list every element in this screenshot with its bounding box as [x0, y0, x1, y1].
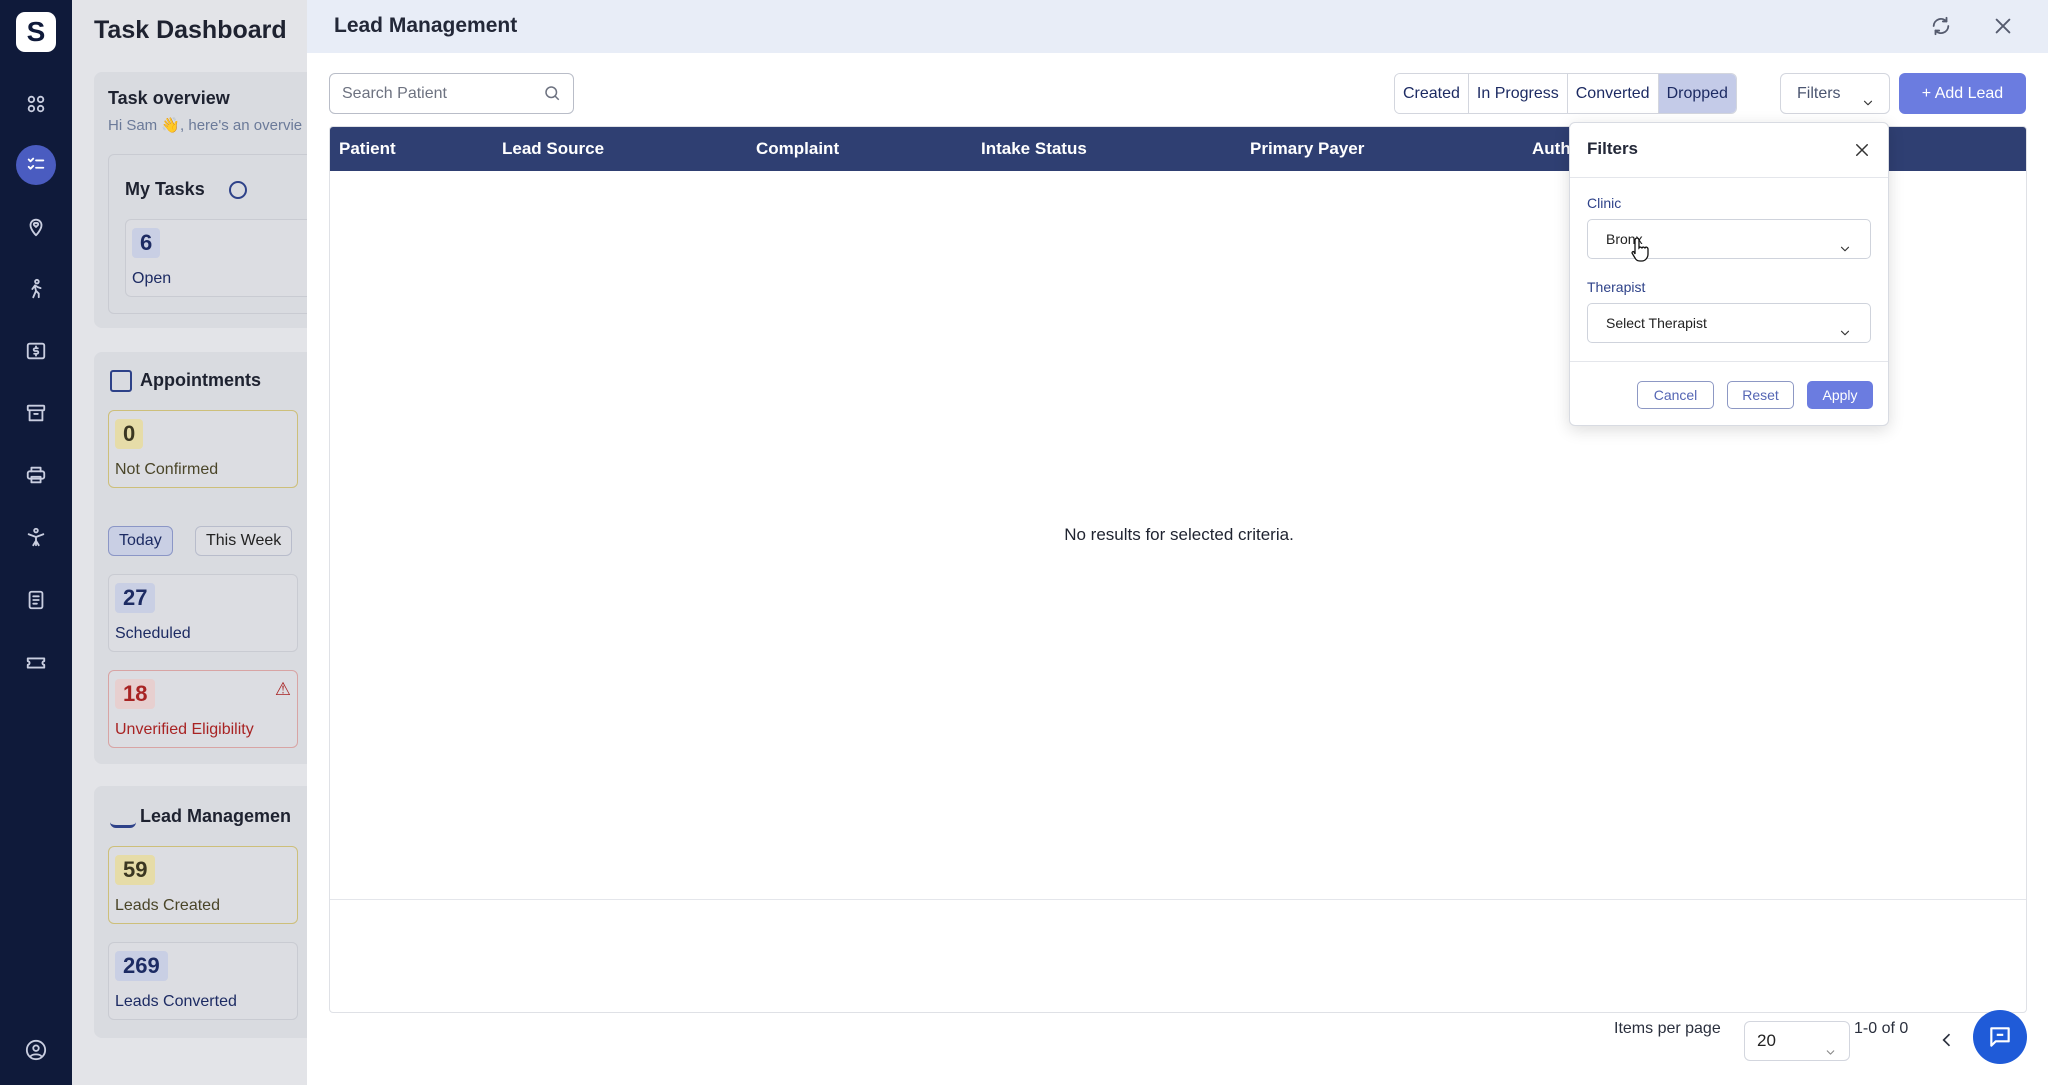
leads-created-stat[interactable]: 59 Leads Created	[108, 846, 298, 924]
open-count: 6	[132, 228, 161, 258]
user-profile-icon[interactable]	[16, 1030, 56, 1070]
add-lead-button[interactable]: + Add Lead	[1899, 73, 2026, 114]
chevron-down-icon	[1824, 1035, 1837, 1055]
appointments-card: Appointments 0 Not Confirmed 27 Schedule…	[94, 352, 308, 764]
status-tabs: Created In Progress Converted Dropped	[1394, 73, 1737, 114]
scheduled-label: Scheduled	[115, 625, 191, 642]
archive-icon[interactable]	[16, 393, 56, 433]
toggle-this-week[interactable]: This Week	[195, 526, 293, 556]
unverified-label: Unverified Eligibility	[115, 721, 254, 738]
items-per-page-label: Items per page	[1614, 1020, 1721, 1037]
people-icon	[110, 808, 136, 828]
lead-management-heading: Lead Managemen	[140, 806, 292, 826]
tab-in-progress[interactable]: In Progress	[1468, 74, 1568, 113]
cancel-button[interactable]: Cancel	[1637, 381, 1714, 409]
filters-button[interactable]: Filters	[1780, 73, 1890, 114]
not-confirmed-stat[interactable]: 0 Not Confirmed	[108, 410, 298, 488]
tab-created[interactable]: Created	[1395, 74, 1469, 113]
leads-converted-label: Leads Converted	[115, 993, 237, 1010]
close-icon[interactable]	[1992, 15, 2014, 37]
column-lead-source[interactable]: Lead Source	[502, 139, 604, 159]
walking-person-icon[interactable]	[16, 269, 56, 309]
billing-icon[interactable]	[16, 331, 56, 371]
chevron-down-icon	[1838, 232, 1852, 252]
chevron-down-icon	[1861, 86, 1875, 106]
leads-converted-count: 269	[115, 951, 168, 981]
my-tasks-heading: My Tasks	[125, 179, 205, 199]
hand-cursor-icon	[1631, 237, 1649, 262]
pagination-range: 1-0 of 0	[1854, 1020, 1909, 1037]
calendar-icon	[110, 370, 132, 392]
therapist-value: Select Therapist	[1606, 315, 1707, 331]
tab-converted[interactable]: Converted	[1567, 74, 1659, 113]
my-tasks-panel: My Tasks 6 Open	[108, 154, 308, 314]
therapist-label: Therapist	[1587, 279, 1646, 295]
not-confirmed-count: 0	[115, 419, 144, 449]
not-confirmed-label: Not Confirmed	[115, 461, 219, 478]
leads-created-count: 59	[115, 855, 156, 885]
modal-title: Lead Management	[334, 14, 518, 37]
column-intake-status[interactable]: Intake Status	[981, 139, 1087, 159]
items-per-page-select[interactable]: 20	[1744, 1021, 1850, 1061]
page-title: Task Dashboard	[94, 16, 287, 44]
greeting-text: Hi Sam 👋, here's an overvie	[108, 117, 303, 134]
filters-button-label: Filters	[1797, 85, 1841, 102]
tasks-icon[interactable]	[16, 145, 56, 185]
warning-icon: ⚠	[274, 679, 291, 699]
items-per-page-value: 20	[1757, 1031, 1776, 1050]
scheduled-stat[interactable]: 27 Scheduled	[108, 574, 298, 652]
empty-state-message: No results for selected criteria.	[1064, 525, 1294, 544]
refresh-icon[interactable]	[1930, 15, 1952, 37]
task-overview-card: Task overview Hi Sam 👋, here's an overvi…	[94, 72, 308, 328]
app-logo[interactable]: S	[16, 12, 56, 52]
clinic-label: Clinic	[1587, 195, 1622, 211]
column-primary-payer[interactable]: Primary Payer	[1250, 139, 1364, 159]
unverified-count: 18	[115, 679, 156, 709]
apply-button[interactable]: Apply	[1807, 381, 1873, 409]
ticket-icon[interactable]	[16, 643, 56, 683]
leads-created-label: Leads Created	[115, 897, 220, 914]
nav-rail: S	[0, 0, 72, 1085]
search-icon[interactable]	[543, 84, 561, 102]
toggle-today[interactable]: Today	[108, 526, 173, 556]
filters-popover: Filters Clinic Bronx Therapist Select Th…	[1569, 122, 1889, 426]
location-heart-icon[interactable]	[16, 207, 56, 247]
previous-page-icon[interactable]	[1937, 1030, 1957, 1050]
chat-button[interactable]	[1973, 1010, 2027, 1064]
appointments-heading: Appointments	[140, 370, 261, 390]
task-overview-heading: Task overview	[108, 88, 230, 108]
column-patient[interactable]: Patient	[339, 139, 396, 159]
column-auth[interactable]: Auth	[1532, 139, 1571, 159]
modal-header: Lead Management	[307, 0, 2048, 53]
tab-dropped[interactable]: Dropped	[1658, 74, 1736, 113]
lead-management-modal: Lead Management Created In Progress Conv…	[307, 0, 2048, 1085]
task-dashboard: Task Dashboard Task overview Hi Sam 👋, h…	[72, 0, 308, 1085]
divider	[1570, 177, 1888, 178]
search-input[interactable]	[329, 73, 574, 114]
lead-management-card: Lead Managemen 59 Leads Created 269 Lead…	[94, 786, 308, 1038]
filters-popover-title: Filters	[1587, 139, 1639, 158]
info-icon[interactable]	[229, 181, 247, 199]
chevron-down-icon	[1838, 316, 1852, 336]
document-icon[interactable]	[16, 580, 56, 620]
unverified-eligibility-stat[interactable]: 18 Unverified Eligibility ⚠	[108, 670, 298, 748]
reset-button[interactable]: Reset	[1727, 381, 1794, 409]
divider	[330, 899, 2026, 900]
open-tasks-stat[interactable]: 6 Open	[125, 219, 308, 297]
open-label: Open	[132, 270, 172, 287]
grid-icon[interactable]	[16, 84, 56, 124]
leads-converted-stat[interactable]: 269 Leads Converted	[108, 942, 298, 1020]
scheduled-count: 27	[115, 583, 156, 613]
chat-icon	[1990, 1027, 2010, 1047]
therapist-select[interactable]: Select Therapist	[1587, 303, 1871, 343]
column-complaint[interactable]: Complaint	[756, 139, 839, 159]
close-icon[interactable]	[1853, 141, 1871, 159]
exercise-icon[interactable]	[16, 517, 56, 557]
printer-icon[interactable]	[16, 455, 56, 495]
divider	[1570, 361, 1888, 362]
